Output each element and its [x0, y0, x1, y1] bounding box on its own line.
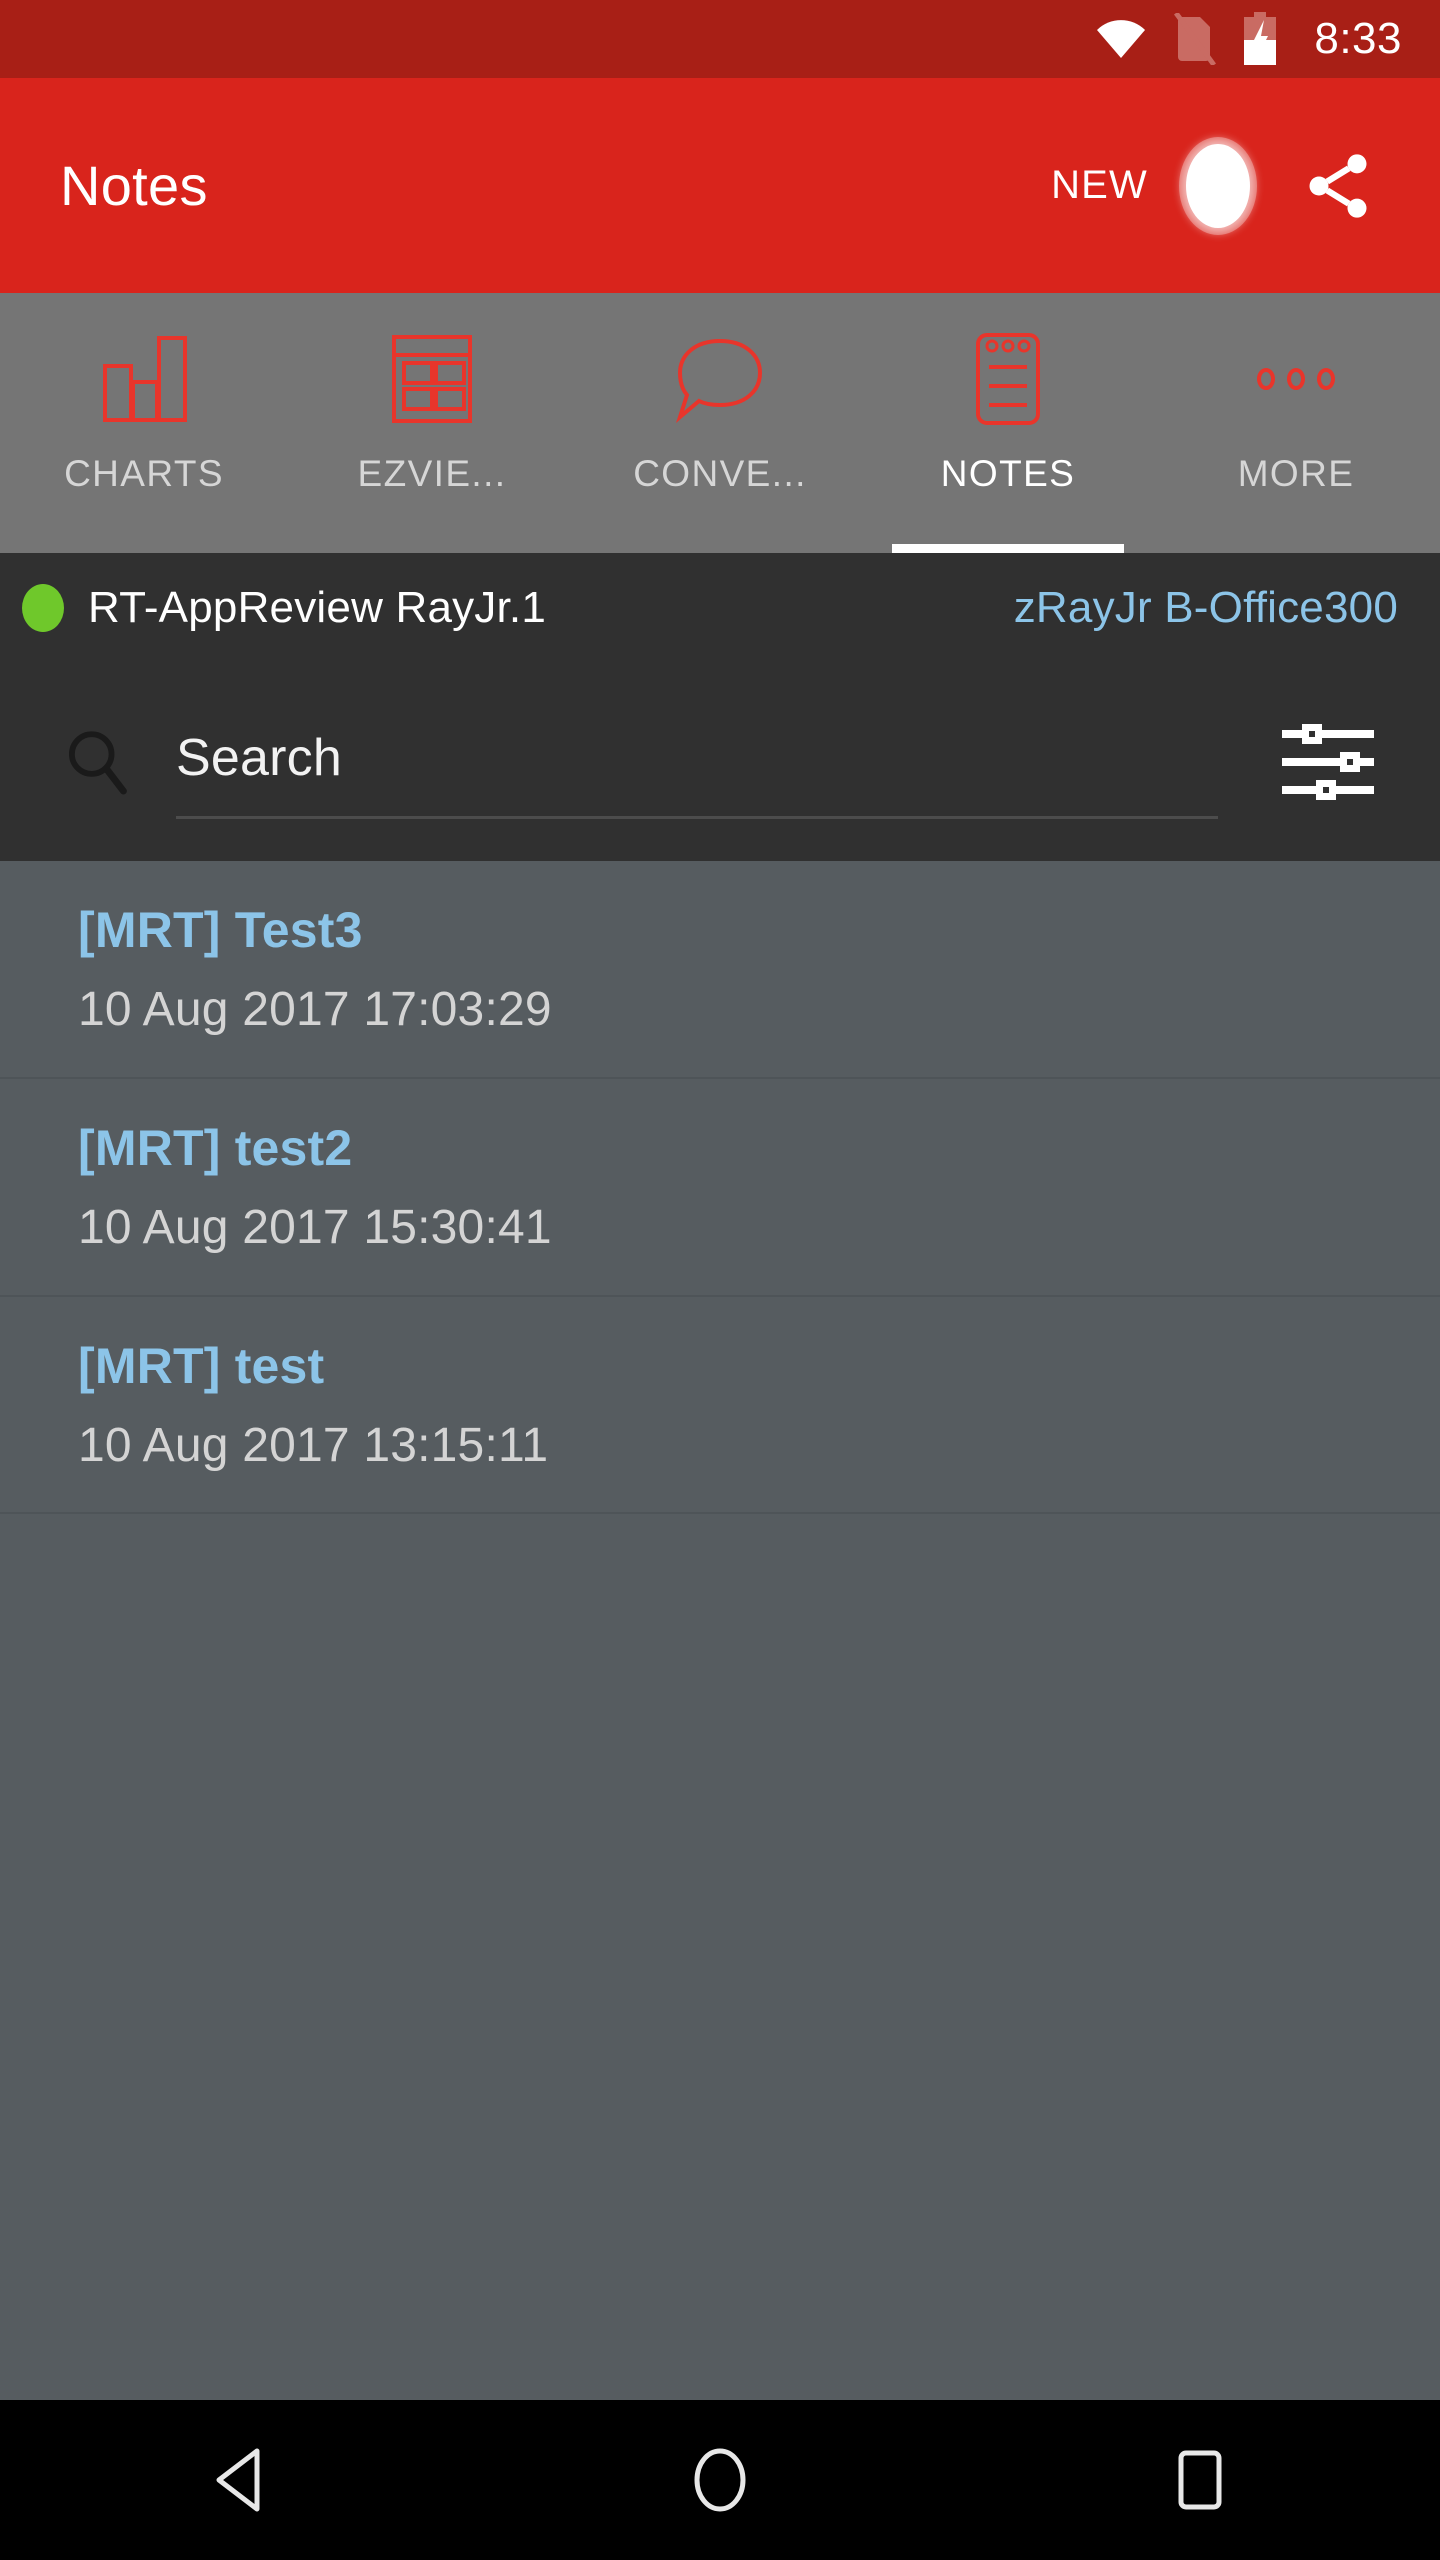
note-title: [MRT] Test3 — [78, 902, 363, 958]
account-organization[interactable]: zRayJr B-Office300 — [1014, 583, 1398, 633]
account-name: RT-AppReview RayJr.1 — [88, 583, 547, 632]
no-sim-icon — [1174, 13, 1217, 65]
note-timestamp: 10 Aug 2017 17:03:29 — [78, 983, 552, 1036]
tab-label-more: MORE — [1237, 453, 1355, 494]
online-status-dot — [22, 584, 64, 632]
search-input[interactable]: Search — [176, 706, 1218, 819]
share-icon[interactable] — [1278, 126, 1398, 246]
sliders-filter-icon[interactable] — [1258, 720, 1398, 804]
tab-conversations[interactable]: CONVE... — [576, 293, 864, 553]
search-bar: Search — [0, 663, 1440, 861]
tab-ezview[interactable]: EZVIE... — [288, 293, 576, 553]
wifi-icon — [1094, 18, 1148, 60]
list-item[interactable]: [MRT] Test3 10 Aug 2017 17:03:29 — [0, 861, 1440, 1079]
account-bar[interactable]: RT-AppReview RayJr.1 zRayJr B-Office300 — [0, 553, 1440, 663]
microphone-glyph — [1186, 143, 1250, 228]
notes-list: [MRT] Test3 10 Aug 2017 17:03:29 [MRT] t… — [0, 861, 1440, 2400]
tab-label-charts: CHARTS — [64, 453, 224, 494]
magnifier-icon[interactable] — [60, 725, 156, 799]
grid-table-icon — [386, 323, 478, 435]
note-timestamp: 10 Aug 2017 15:30:41 — [78, 1200, 552, 1254]
list-item[interactable]: [MRT] test2 10 Aug 2017 15:30:41 — [0, 1079, 1440, 1297]
page-title: Notes — [60, 154, 208, 217]
note-title: [MRT] test2 — [78, 1119, 353, 1176]
note-timestamp: 10 Aug 2017 13:15:11 — [78, 1418, 549, 1472]
tab-charts[interactable]: CHARTS — [0, 293, 288, 553]
list-item[interactable]: [MRT] test 10 Aug 2017 13:15:11 — [0, 1297, 1440, 1515]
status-clock: 8:33 — [1314, 14, 1402, 63]
battery-charging-icon — [1242, 12, 1278, 66]
microphone-icon[interactable] — [1158, 126, 1278, 246]
speech-bubble-icon — [672, 323, 768, 435]
home-circle-icon[interactable] — [610, 2400, 830, 2560]
notepad-icon — [968, 323, 1048, 435]
app-bar: Notes NEW — [0, 78, 1440, 293]
status-bar: 8:33 — [0, 0, 1440, 78]
tab-bar: CHARTS EZVIE... CONVE... NOTES MORE — [0, 293, 1440, 553]
new-note-button[interactable]: NEW — [1041, 147, 1158, 224]
back-triangle-icon[interactable] — [130, 2400, 350, 2560]
tab-label-conversations: CONVE... — [633, 453, 807, 494]
tab-notes[interactable]: NOTES — [864, 293, 1152, 553]
recents-square-icon[interactable] — [1090, 2400, 1310, 2560]
tab-label-notes: NOTES — [940, 453, 1076, 494]
bar-chart-icon — [97, 323, 191, 435]
tab-label-ezview: EZVIE... — [357, 453, 507, 494]
android-nav-bar — [0, 2400, 1440, 2560]
tab-more[interactable]: MORE — [1152, 293, 1440, 553]
phone-screen: 8:33 Notes NEW CHARTS EZVIE... CONVE... … — [0, 0, 1440, 2560]
search-placeholder: Search — [176, 728, 342, 787]
active-tab-indicator — [892, 544, 1124, 553]
more-dots-icon — [1246, 323, 1346, 435]
note-title: [MRT] test — [78, 1337, 325, 1394]
